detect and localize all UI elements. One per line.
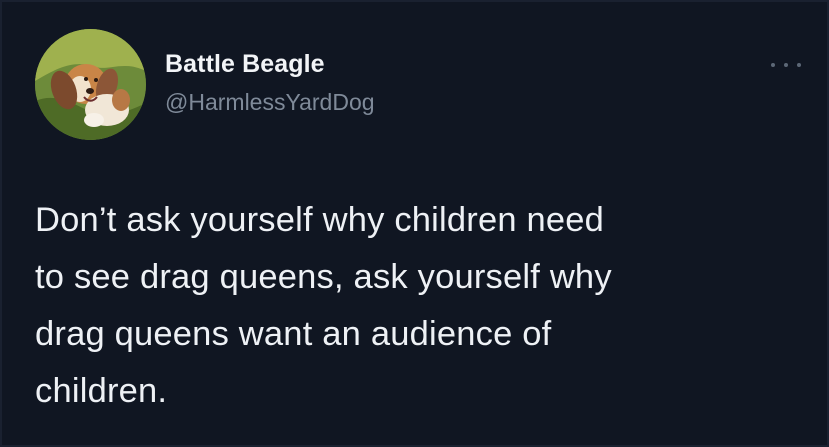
tweet-card: Battle Beagle @HarmlessYardDog Don’t ask…	[0, 0, 829, 447]
more-dot-icon	[771, 63, 775, 67]
tweet-text: Don’t ask yourself why children need to …	[35, 201, 612, 410]
more-dot-icon	[797, 63, 801, 67]
display-name[interactable]: Battle Beagle	[165, 50, 325, 79]
more-dot-icon	[784, 63, 788, 67]
avatar[interactable]	[35, 29, 146, 140]
user-handle[interactable]: @HarmlessYardDog	[165, 89, 375, 116]
more-options-icon[interactable]	[771, 59, 801, 71]
beagle-avatar-image	[35, 29, 146, 140]
